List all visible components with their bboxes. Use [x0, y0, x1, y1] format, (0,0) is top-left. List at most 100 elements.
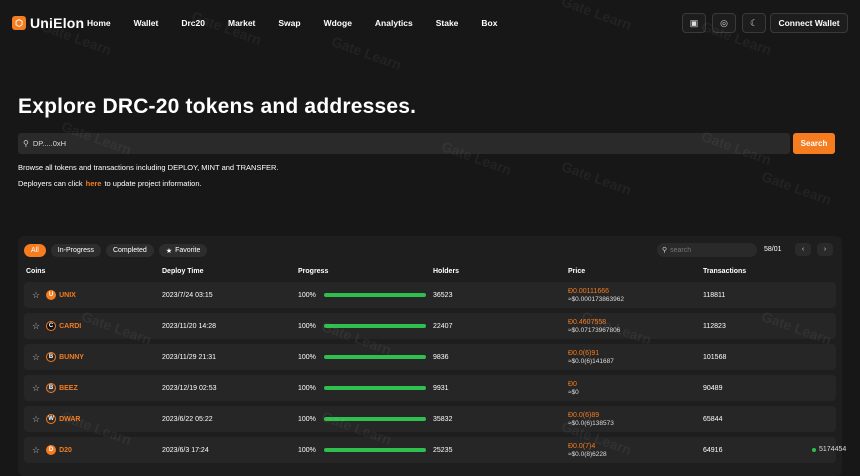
description-text: Browse all tokens and transactions inclu…	[18, 163, 279, 172]
main-menu: Home Wallet Drc20 Market Swap Wdoge Anal…	[87, 18, 520, 28]
search-icon: ⚲	[23, 139, 29, 148]
filter-favorite-label: Favorite	[175, 247, 201, 254]
transactions: 112823	[703, 322, 726, 330]
progress-cell: 100%	[298, 437, 426, 463]
progress-cell: 100%	[298, 375, 426, 401]
coin-logo-icon: B	[46, 383, 57, 393]
coin-name[interactable]: BEEZ	[59, 385, 78, 392]
progress-label: 100%	[298, 322, 316, 330]
filter-favorite[interactable]: ★ Favorite	[158, 244, 208, 257]
nav-item-analytics[interactable]: Analytics	[375, 18, 413, 28]
block-number: 5174454	[819, 446, 847, 453]
progress-cell: 100%	[298, 282, 426, 308]
deploy-time: 2023/12/19 02:53	[162, 384, 217, 392]
row-coin-cell: ☆ B BUNNY	[32, 344, 84, 370]
table-search-input[interactable]	[670, 246, 751, 254]
theme-toggle-icon[interactable]: ☾	[742, 13, 766, 33]
col-progress: Progress	[298, 268, 329, 275]
deployer-note: Deployers can click here to update project…	[18, 179, 202, 188]
coin-logo-icon: C	[46, 321, 57, 331]
col-deploy-time: Deploy Time	[162, 268, 204, 275]
transactions: 65844	[703, 415, 723, 423]
col-coins: Coins	[26, 268, 46, 275]
row-coin-cell: ☆ D D20	[32, 437, 72, 463]
coin-name[interactable]: DWAR	[59, 416, 80, 423]
price-doge: Ð0.0(6)89	[568, 411, 600, 419]
transactions: 64916	[703, 446, 723, 454]
nav-item-stake[interactable]: Stake	[436, 18, 459, 28]
coin-name[interactable]: BUNNY	[59, 354, 84, 361]
nav-item-drc20[interactable]: Drc20	[181, 18, 205, 28]
transactions: 101568	[703, 353, 727, 361]
price-usd: ≈$0.0(8)6228	[568, 450, 607, 458]
nav-item-home[interactable]: Home	[87, 18, 111, 28]
table-row[interactable]: ☆ W DWAR 2023/6/22 05:22 100% 35832 Ð0.0…	[24, 406, 836, 432]
coin-name[interactable]: D20	[59, 447, 72, 454]
connect-wallet-button[interactable]: Connect Wallet	[770, 13, 848, 33]
progress-cell: 100%	[298, 406, 426, 432]
nav-item-wdoge[interactable]: Wdoge	[324, 18, 352, 28]
deployer-note-suffix: to update project information.	[104, 179, 202, 188]
nav-item-wallet[interactable]: Wallet	[134, 18, 159, 28]
favorite-star-icon[interactable]: ☆	[32, 445, 40, 456]
nav-item-swap[interactable]: Swap	[278, 18, 300, 28]
search-input[interactable]	[32, 139, 733, 148]
wallet-icon[interactable]: ▣	[682, 13, 706, 33]
coin-logo-icon: D	[46, 445, 57, 455]
price-cell: Ð0.00111666 ≈$0.000173863962	[568, 282, 624, 308]
table-row[interactable]: ☆ C CARDI 2023/11/20 14:28 100% 22407 Ð0…	[24, 313, 836, 339]
coin-name[interactable]: CARDI	[59, 323, 81, 330]
progress-bar	[323, 293, 426, 297]
price-usd: ≈$0	[568, 388, 579, 396]
page-title: Explore DRC-20 tokens and addresses.	[18, 95, 417, 118]
filter-completed[interactable]: Completed	[105, 244, 154, 257]
watermark: Gate Learn	[759, 167, 834, 209]
price-doge: Ð0.4607558	[568, 318, 607, 326]
table-row[interactable]: ☆ B BEEZ 2023/12/19 02:53 100% 9931 Ð0 ≈…	[24, 375, 836, 401]
price-cell: Ð0.0(6)91 ≈$0.0(6)141687	[568, 344, 614, 370]
nav-item-market[interactable]: Market	[228, 18, 255, 28]
favorite-star-icon[interactable]: ☆	[32, 321, 40, 332]
price-usd: ≈$0.000173863962	[568, 295, 624, 303]
coin-name[interactable]: UNIX	[59, 292, 76, 299]
price-usd: ≈$0.0(6)141687	[568, 357, 614, 365]
deployer-note-prefix: Deployers can click	[18, 179, 83, 188]
filter-all[interactable]: All	[24, 244, 46, 257]
filter-in-progress[interactable]: In-Progress	[50, 244, 101, 257]
table-row[interactable]: ☆ D D20 2023/6/3 17:24 100% 25235 Ð0.0(7…	[24, 437, 836, 463]
col-holders: Holders	[433, 268, 460, 275]
language-icon[interactable]: ◎	[712, 13, 736, 33]
price-doge: Ð0.00111666	[568, 287, 609, 295]
progress-cell: 100%	[298, 344, 426, 370]
search-button[interactable]: Search	[793, 133, 835, 154]
favorite-star-icon[interactable]: ☆	[32, 414, 40, 425]
deploy-time: 2023/6/3 17:24	[162, 446, 209, 454]
update-info-link[interactable]: here	[86, 179, 102, 188]
progress-label: 100%	[298, 415, 316, 423]
holders: 9836	[433, 353, 449, 361]
favorite-star-icon[interactable]: ☆	[32, 383, 40, 394]
favorite-star-icon[interactable]: ☆	[32, 290, 40, 301]
price-doge: Ð0.0(6)91	[568, 349, 600, 357]
progress-bar	[323, 417, 426, 421]
table-row[interactable]: ☆ U UNIX 2023/7/24 03:15 100% 36523 Ð0.0…	[24, 282, 836, 308]
nav-item-box[interactable]: Box	[481, 18, 497, 28]
price-usd: ≈$0.0(6)138573	[568, 419, 614, 427]
transactions: 90489	[703, 384, 723, 392]
search-bar: ⚲	[18, 133, 790, 154]
holders: 22407	[433, 322, 453, 330]
watermark: Gate Learn	[559, 157, 634, 199]
row-coin-cell: ☆ B BEEZ	[32, 375, 78, 401]
brand-name: UniElon	[30, 15, 85, 31]
progress-bar	[323, 355, 426, 359]
favorite-star-icon[interactable]: ☆	[32, 352, 40, 363]
brand-logo[interactable]: ⬡ UniElon	[12, 15, 84, 31]
table-row[interactable]: ☆ B BUNNY 2023/11/29 21:31 100% 9836 Ð0.…	[24, 344, 836, 370]
deploy-time: 2023/7/24 03:15	[162, 291, 213, 299]
table-search: ⚲	[657, 243, 757, 257]
next-page-icon[interactable]: ›	[817, 243, 833, 256]
progress-bar	[323, 448, 426, 452]
transactions: 118811	[703, 291, 726, 299]
prev-page-icon[interactable]: ‹	[795, 243, 811, 256]
table-header: Coins Deploy Time Progress Holders Price…	[26, 268, 836, 278]
